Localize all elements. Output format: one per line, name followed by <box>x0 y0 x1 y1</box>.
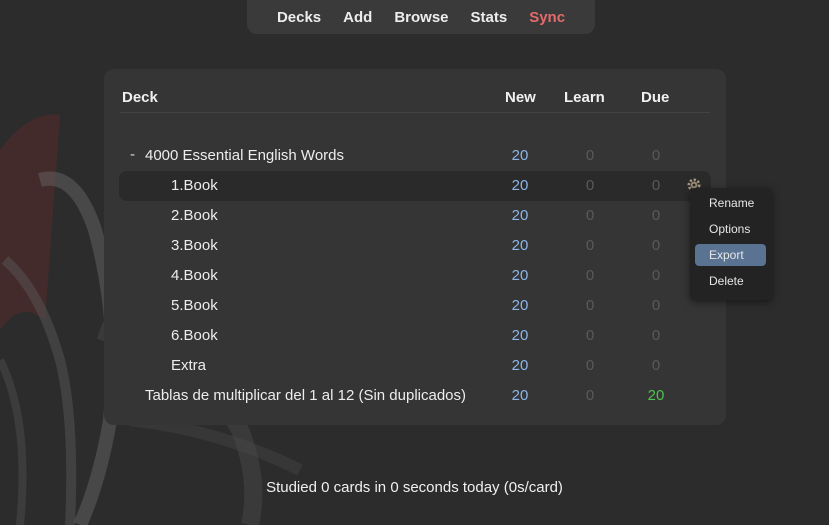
learn-count: 0 <box>585 357 595 374</box>
header-learn: Learn <box>564 89 605 106</box>
due-count: 0 <box>651 177 661 194</box>
header-due: Due <box>641 89 670 106</box>
new-count: 20 <box>511 387 529 404</box>
menu-item-rename[interactable]: Rename <box>695 192 766 214</box>
due-count: 0 <box>651 147 661 164</box>
new-count: 20 <box>511 177 529 194</box>
learn-count: 0 <box>585 237 595 254</box>
deck-name[interactable]: 1.Book <box>171 177 218 194</box>
deck-name[interactable]: 6.Book <box>171 327 218 344</box>
new-count: 20 <box>511 237 529 254</box>
due-count: 0 <box>651 297 661 314</box>
learn-count: 0 <box>585 297 595 314</box>
nav-stats[interactable]: Stats <box>460 9 519 26</box>
menu-item-export[interactable]: Export <box>695 244 766 266</box>
new-count: 20 <box>511 297 529 314</box>
new-count: 20 <box>511 147 529 164</box>
due-count: 0 <box>651 267 661 284</box>
due-count: 0 <box>651 207 661 224</box>
menu-item-delete[interactable]: Delete <box>695 270 766 292</box>
deck-row[interactable]: 6.Book 20 0 0 <box>119 321 711 351</box>
due-count: 0 <box>651 237 661 254</box>
new-count: 20 <box>511 327 529 344</box>
deck-row[interactable]: Tablas de multiplicar del 1 al 12 (Sin d… <box>119 381 711 411</box>
learn-count: 0 <box>585 207 595 224</box>
deck-name[interactable]: 3.Book <box>171 237 218 254</box>
learn-count: 0 <box>585 327 595 344</box>
due-count: 0 <box>651 357 661 374</box>
deck-name[interactable]: Tablas de multiplicar del 1 al 12 (Sin d… <box>145 387 466 404</box>
learn-count: 0 <box>585 387 595 404</box>
deck-row[interactable]: 4.Book 20 0 0 <box>119 261 711 291</box>
study-summary: Studied 0 cards in 0 seconds today (0s/c… <box>266 479 563 496</box>
deck-row-parent[interactable]: - 4000 Essential English Words 20 0 0 <box>119 141 711 171</box>
deck-row[interactable]: 5.Book 20 0 0 <box>119 291 711 321</box>
deck-name[interactable]: 4000 Essential English Words <box>145 147 344 164</box>
deck-name[interactable]: 2.Book <box>171 207 218 224</box>
new-count: 20 <box>511 357 529 374</box>
learn-count: 0 <box>585 267 595 284</box>
learn-count: 0 <box>585 177 595 194</box>
deck-row[interactable]: 2.Book 20 0 0 <box>119 201 711 231</box>
deck-name[interactable]: Extra <box>171 357 206 374</box>
nav-browse[interactable]: Browse <box>383 9 459 26</box>
deck-row-selected[interactable]: 1.Book 20 0 0 <box>119 171 711 201</box>
nav-add[interactable]: Add <box>332 9 383 26</box>
top-nav: Decks Add Browse Stats Sync <box>247 0 595 34</box>
deck-name[interactable]: 5.Book <box>171 297 218 314</box>
header-deck: Deck <box>122 89 158 106</box>
deck-list-panel: Deck New Learn Due - 4000 Essential Engl… <box>104 69 726 425</box>
deck-row[interactable]: 3.Book 20 0 0 <box>119 231 711 261</box>
menu-item-options[interactable]: Options <box>695 218 766 240</box>
header-new: New <box>505 89 536 106</box>
collapse-toggle[interactable]: - <box>130 147 135 163</box>
due-count: 20 <box>647 387 665 404</box>
nav-sync[interactable]: Sync <box>518 9 576 26</box>
new-count: 20 <box>511 207 529 224</box>
header-divider <box>120 112 710 113</box>
deck-row[interactable]: Extra 20 0 0 <box>119 351 711 381</box>
due-count: 0 <box>651 327 661 344</box>
nav-decks[interactable]: Decks <box>266 9 332 26</box>
learn-count: 0 <box>585 147 595 164</box>
deck-name[interactable]: 4.Book <box>171 267 218 284</box>
deck-options-menu: Rename Options Export Delete <box>690 188 772 300</box>
new-count: 20 <box>511 267 529 284</box>
